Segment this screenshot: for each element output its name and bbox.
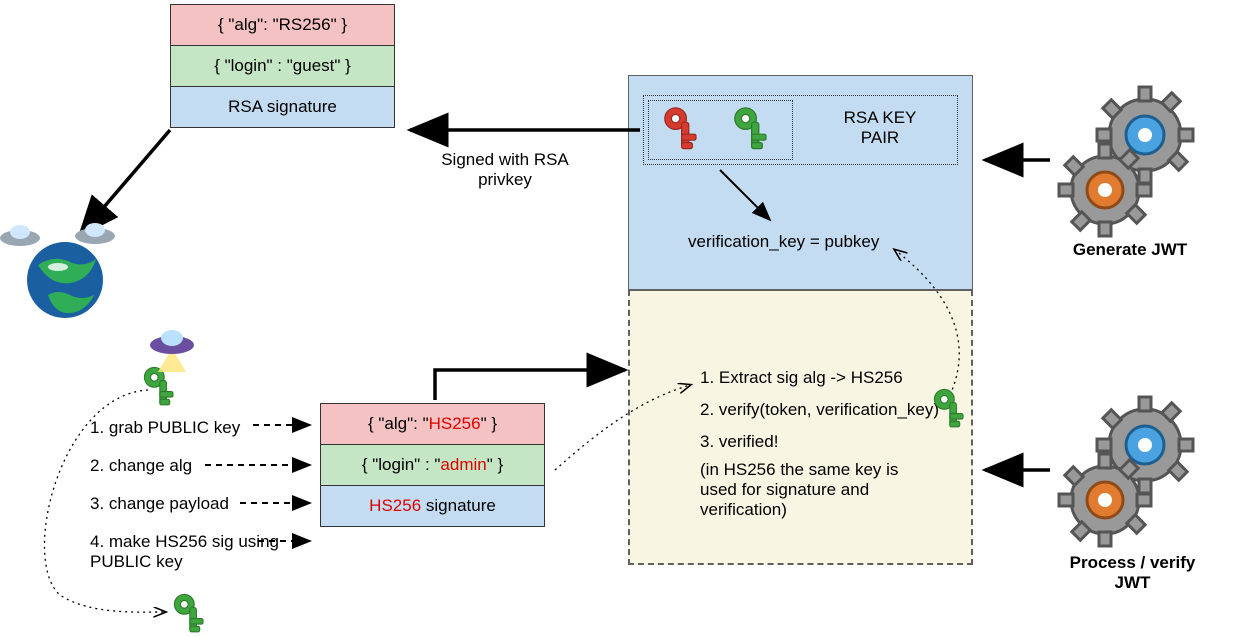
attack-step-4: 4. make HS256 sig using PUBLIC key xyxy=(90,532,290,572)
attack-step-1: 1. grab PUBLIC key xyxy=(90,418,240,438)
process-verify-label: Process / verify JWT xyxy=(1055,553,1210,593)
jwt-original-payload: { "login" : "guest" } xyxy=(171,46,394,87)
loose-key-icon xyxy=(174,594,203,631)
globe-icon xyxy=(27,242,103,318)
jwt-original-header: { "alg": "RS256" } xyxy=(171,5,394,46)
jwt-forged-header: { "alg": "HS256" } xyxy=(321,404,544,445)
arrow-to-globe xyxy=(80,130,170,235)
ufo-right-icon xyxy=(75,223,115,244)
verify-step-1: 1. Extract sig alg -> HS256 xyxy=(700,368,903,388)
verify-step-2: 2. verify(token, verification_key) xyxy=(700,400,939,420)
ufo-attacker-icon xyxy=(150,330,194,372)
verify-step-4: (in HS256 the same key is used for signa… xyxy=(700,460,930,520)
jwt-forged-payload: { "login" : "admin" } xyxy=(321,445,544,486)
attack-step-2: 2. change alg xyxy=(90,456,192,476)
arrow-forged-to-server xyxy=(435,370,625,400)
verification-key-label: verification_key = pubkey xyxy=(688,232,879,252)
jwt-forged: { "alg": "HS256" } { "login" : "admin" }… xyxy=(320,403,545,527)
gears-verify-icon xyxy=(1059,397,1193,546)
attack-step-3: 3. change payload xyxy=(90,494,229,514)
jwt-forged-sig: HS256 signature xyxy=(321,486,544,526)
ufo-left-icon xyxy=(0,225,40,246)
keypair-inner xyxy=(648,100,793,160)
jwt-original: { "alg": "RS256" } { "login" : "guest" }… xyxy=(170,4,395,128)
keypair-label: RSA KEY PAIR xyxy=(825,108,935,148)
jwt-original-sig: RSA signature xyxy=(171,87,394,127)
gears-generate-icon xyxy=(1059,87,1193,236)
signed-with-label: Signed with RSA privkey xyxy=(420,150,590,190)
verify-step-3: 3. verified! xyxy=(700,432,778,452)
attacker-key-icon xyxy=(144,367,173,404)
generate-jwt-label: Generate JWT xyxy=(1065,240,1195,260)
server-verify-box xyxy=(628,290,973,565)
diagram-canvas: { "alg": "RS256" } { "login" : "guest" }… xyxy=(0,0,1249,637)
